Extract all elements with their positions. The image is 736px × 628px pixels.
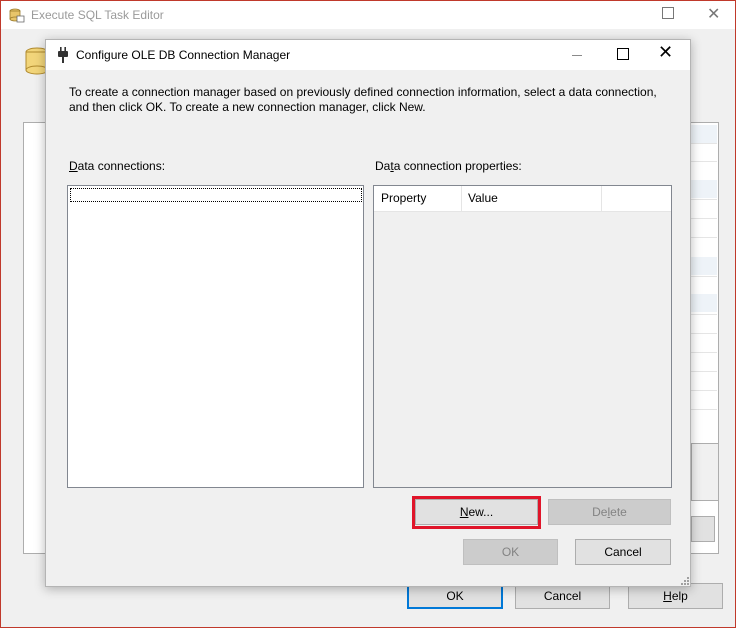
- new-button-highlight: [412, 496, 541, 529]
- bg-ok-label: OK: [446, 589, 464, 603]
- bg-grid-row: [691, 180, 717, 198]
- list-focus-rectangle: [70, 188, 362, 202]
- bg-maximize-icon[interactable]: [662, 7, 674, 19]
- bg-help-mnemonic: H: [663, 589, 672, 603]
- properties-label-prefix: Da: [375, 159, 391, 173]
- delete-label-prefix: De: [592, 505, 608, 519]
- ssis-task-icon: [9, 8, 25, 23]
- bg-grid-line: [691, 314, 717, 315]
- bg-grid-line: [691, 333, 717, 334]
- delete-label: ete: [610, 505, 627, 519]
- data-connections-list[interactable]: [67, 185, 364, 488]
- data-connection-properties-label: Data connection properties:: [375, 159, 522, 173]
- dialog-title-bar: Configure OLE DB Connection Manager ✕: [46, 40, 690, 70]
- bg-grid-row: [691, 294, 717, 312]
- bg-grid-row: [691, 257, 717, 275]
- configure-ole-db-dialog: Configure OLE DB Connection Manager ✕ To…: [45, 39, 691, 587]
- maximize-icon[interactable]: [617, 48, 629, 60]
- bg-grid-line: [691, 161, 717, 162]
- data-connections-label: Data connections:: [69, 159, 165, 173]
- bg-grid-line: [691, 143, 717, 144]
- close-icon[interactable]: ✕: [658, 42, 673, 63]
- plug-icon: [58, 47, 68, 63]
- bg-cancel-label: Cancel: [543, 589, 582, 603]
- bg-grid-line: [691, 409, 717, 410]
- column-header-value[interactable]: Value: [462, 186, 602, 212]
- bg-grid-line: [691, 199, 717, 200]
- intro-text: To create a connection manager based on …: [69, 85, 657, 114]
- data-connections-mnemonic: D: [69, 159, 78, 173]
- properties-grid-header: Property Value: [374, 186, 671, 212]
- properties-label-text: a connection properties:: [393, 159, 522, 173]
- bg-window-title: Execute SQL Task Editor: [31, 8, 164, 22]
- bg-grid-line: [691, 390, 717, 391]
- ok-button[interactable]: OK: [463, 539, 558, 565]
- bg-grid-line: [691, 237, 717, 238]
- cancel-button[interactable]: Cancel: [575, 539, 671, 565]
- bg-grid-line: [691, 218, 717, 219]
- cancel-label: Cancel: [604, 545, 642, 559]
- bg-grid-row: [691, 125, 717, 143]
- bg-close-icon[interactable]: ✕: [707, 4, 720, 24]
- bg-title-bar: Execute SQL Task Editor ✕: [1, 1, 735, 29]
- data-connections-label-text: ata connections:: [77, 159, 166, 173]
- bg-help-label: elp: [671, 589, 688, 603]
- bg-grid-line: [691, 371, 717, 372]
- delete-button[interactable]: Delete: [548, 499, 671, 525]
- dialog-title: Configure OLE DB Connection Manager: [76, 48, 291, 62]
- bg-description-box: [691, 443, 719, 501]
- ok-label: OK: [501, 545, 520, 559]
- column-header-property[interactable]: Property: [374, 186, 462, 212]
- data-connection-properties-grid[interactable]: Property Value: [373, 185, 672, 488]
- bg-grid-line: [691, 276, 717, 277]
- bg-browse-button[interactable]: [691, 516, 715, 542]
- resize-grip-icon[interactable]: [680, 576, 690, 586]
- bg-grid-line: [691, 352, 717, 353]
- minimize-icon[interactable]: [572, 55, 582, 56]
